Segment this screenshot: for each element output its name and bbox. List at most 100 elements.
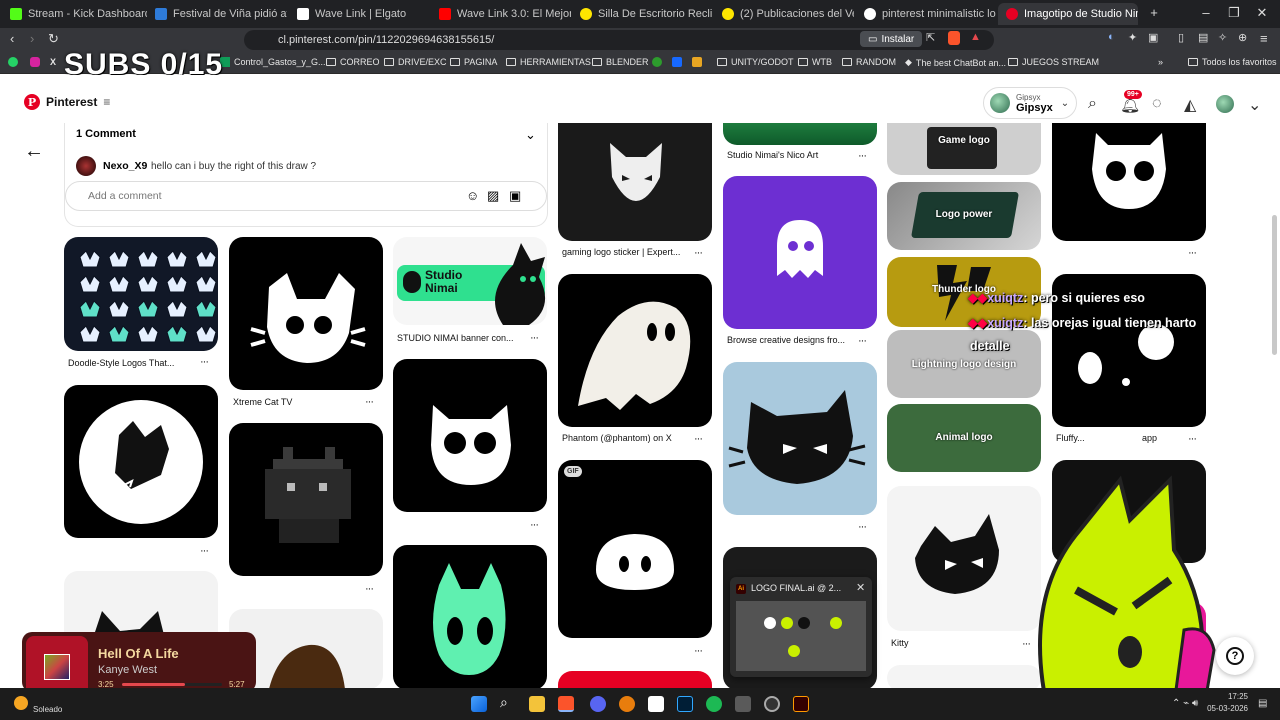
file-explorer-icon[interactable] bbox=[529, 696, 545, 712]
tab-google-search[interactable]: pinterest minimalistic logo - G bbox=[856, 3, 996, 25]
more-options-icon[interactable]: ··· bbox=[694, 433, 703, 445]
pinterest-logo[interactable]: P Pinterest ≡ bbox=[24, 94, 110, 110]
windows-start-icon[interactable] bbox=[471, 696, 487, 712]
more-bookmarks-icon[interactable]: » bbox=[1158, 57, 1163, 67]
page-scrollbar[interactable] bbox=[1272, 215, 1277, 355]
pin-doodle-logos[interactable] bbox=[64, 237, 218, 351]
pin-xtreme-cat[interactable] bbox=[229, 237, 383, 390]
reload-icon[interactable]: ↻ bbox=[48, 31, 59, 47]
more-options-icon[interactable]: ··· bbox=[858, 335, 867, 347]
help-button[interactable]: ? bbox=[1216, 637, 1254, 675]
tab-publicaciones[interactable]: (2) Publicaciones del Vendedor bbox=[714, 3, 854, 25]
profile-avatar[interactable] bbox=[1216, 95, 1234, 113]
more-options-icon[interactable]: ··· bbox=[365, 583, 374, 595]
pin-caption[interactable]: Studio Nimai's Nico Art bbox=[727, 150, 857, 160]
brave-shield-icon[interactable] bbox=[948, 31, 960, 45]
close-window-icon[interactable]: ✕ bbox=[1248, 5, 1276, 21]
tab-wave-link[interactable]: Wave Link | Elgato bbox=[289, 3, 429, 25]
notification-center-icon[interactable]: ▤ bbox=[1258, 698, 1267, 709]
leo-icon[interactable]: ✧ bbox=[1218, 31, 1227, 44]
pin-lightning-logo[interactable]: Lightning logo design bbox=[887, 330, 1041, 398]
blender-icon[interactable] bbox=[619, 696, 635, 712]
more-options-icon[interactable]: ··· bbox=[694, 645, 703, 657]
pin-gif-blob[interactable]: GIF bbox=[558, 460, 712, 638]
pin-partial[interactable] bbox=[887, 665, 1041, 688]
bookmark-unity[interactable]: UNITY/GODOT bbox=[717, 57, 794, 67]
system-tray-icons[interactable]: ⌃ ⌁ 🔊︎ bbox=[1172, 698, 1198, 709]
wallet-icon[interactable]: ▤ bbox=[1198, 31, 1208, 44]
photoshop-icon[interactable] bbox=[677, 696, 693, 712]
pin-caption[interactable]: Phantom (@phantom) on X bbox=[562, 433, 692, 443]
add-comment-field[interactable]: Add a comment ☺ ▨ ▣ bbox=[65, 181, 547, 211]
pin-caption[interactable]: STUDIO NIMAI banner con... bbox=[397, 333, 521, 343]
sticker-icon[interactable]: ▨ bbox=[487, 188, 499, 204]
pin-caption[interactable]: Doodle-Style Logos That... bbox=[68, 358, 188, 368]
bookmark-pagina[interactable]: PAGINA bbox=[450, 57, 497, 67]
image-icon[interactable]: ▣ bbox=[509, 188, 521, 204]
bookmark-chatbot[interactable]: ◆ The best ChatBot an... bbox=[905, 57, 1006, 68]
audio-icon[interactable]: ◐ bbox=[1108, 31, 1115, 43]
new-tab-icon[interactable]: + bbox=[1140, 5, 1168, 20]
more-options-icon[interactable]: ··· bbox=[200, 356, 209, 368]
pin-caption[interactable]: Kitty bbox=[891, 638, 1011, 648]
back-arrow-icon[interactable]: ← bbox=[24, 140, 44, 163]
hamburger-icon[interactable]: ≡ bbox=[103, 95, 110, 109]
tool-icon[interactable] bbox=[735, 696, 751, 712]
more-options-icon[interactable]: ··· bbox=[530, 519, 539, 531]
bookmark-misc-icons[interactable] bbox=[652, 57, 702, 67]
maximize-icon[interactable]: ❐ bbox=[1220, 5, 1248, 21]
account-switcher[interactable]: Gipsyx Gipsyx ⌄ bbox=[983, 87, 1077, 119]
menu-icon[interactable]: ≡ bbox=[1260, 31, 1268, 46]
search-icon[interactable]: ⌕ bbox=[500, 694, 516, 710]
pin-pixel-cat[interactable] bbox=[229, 423, 383, 576]
search-icon[interactable]: ⌕ bbox=[1088, 95, 1097, 113]
brave-rewards-icon[interactable]: ▲ bbox=[970, 31, 981, 43]
more-options-icon[interactable]: ··· bbox=[365, 396, 374, 408]
account-chevron-icon[interactable]: ⌄ bbox=[1248, 95, 1261, 115]
instagram-icon[interactable] bbox=[30, 57, 40, 67]
clock-date[interactable]: 05-03-2026 bbox=[1200, 704, 1248, 713]
whatsapp-icon[interactable] bbox=[8, 57, 18, 67]
bookmark-control-gastos[interactable]: Control_Gastos_y_G... bbox=[220, 57, 326, 67]
bookmark-blender[interactable]: BLENDER bbox=[592, 57, 649, 67]
bookmark-wtb[interactable]: WTB bbox=[798, 57, 832, 67]
pin-animal-logo[interactable]: Animal logo bbox=[887, 404, 1041, 472]
pin-rabbit-logo[interactable] bbox=[64, 385, 218, 538]
comment-author[interactable]: Nexo_X9 bbox=[103, 160, 147, 172]
bookmark-drive[interactable]: DRIVE/EXC bbox=[384, 57, 447, 67]
brave-browser-icon[interactable] bbox=[558, 696, 574, 712]
illustrator-window-preview[interactable]: Ai LOGO FINAL.ai @ 2... ✕ bbox=[730, 577, 872, 677]
vpn-icon[interactable]: ⊕ bbox=[1238, 31, 1247, 44]
all-favorites[interactable]: Todos los favoritos bbox=[1188, 57, 1277, 67]
more-options-icon[interactable]: ··· bbox=[530, 332, 539, 344]
pin-round-cat[interactable] bbox=[393, 359, 547, 512]
pin-studio-nimai-banner[interactable]: Studio Nimai bbox=[393, 237, 547, 325]
bookmark-juegos[interactable]: JUEGOS STREAM bbox=[1008, 57, 1099, 67]
pin-game-logo[interactable]: Game logo bbox=[887, 123, 1041, 175]
back-icon[interactable]: ‹ bbox=[10, 31, 14, 46]
more-options-icon[interactable]: ··· bbox=[858, 150, 867, 162]
bookmark-herramientas[interactable]: HERRAMIENTAS bbox=[506, 57, 591, 67]
more-options-icon[interactable]: ··· bbox=[858, 521, 867, 533]
pin-purple-ghost[interactable] bbox=[723, 176, 877, 329]
avatar[interactable] bbox=[76, 156, 96, 176]
forward-icon[interactable]: › bbox=[30, 31, 34, 46]
more-options-icon[interactable]: ··· bbox=[1188, 247, 1197, 259]
pin-black-cat-blue[interactable] bbox=[723, 362, 877, 515]
pin-kitty[interactable] bbox=[887, 486, 1041, 631]
bookmark-correo[interactable]: CORREO bbox=[326, 57, 380, 67]
pin-logo-power[interactable]: Logo power bbox=[887, 182, 1041, 250]
obs-icon[interactable] bbox=[764, 696, 780, 712]
extensions-icon[interactable]: ✦ bbox=[1128, 31, 1137, 44]
more-options-icon[interactable]: ··· bbox=[200, 545, 209, 557]
emoji-icon[interactable]: ☺ bbox=[466, 188, 479, 203]
minimize-icon[interactable]: – bbox=[1192, 5, 1220, 20]
pin-green-bunny[interactable] bbox=[393, 545, 547, 688]
notion-icon[interactable] bbox=[648, 696, 664, 712]
tab-youtube[interactable]: Wave Link 3.0: El Mejor Softwa bbox=[431, 3, 571, 25]
illustrator-icon[interactable] bbox=[793, 696, 809, 712]
clock-time[interactable]: 17:25 bbox=[1206, 692, 1248, 701]
updates-icon[interactable]: ◭ bbox=[1184, 95, 1196, 115]
pin-caption[interactable]: Xtreme Cat TV bbox=[233, 397, 353, 407]
pin-green-top[interactable] bbox=[723, 123, 877, 145]
